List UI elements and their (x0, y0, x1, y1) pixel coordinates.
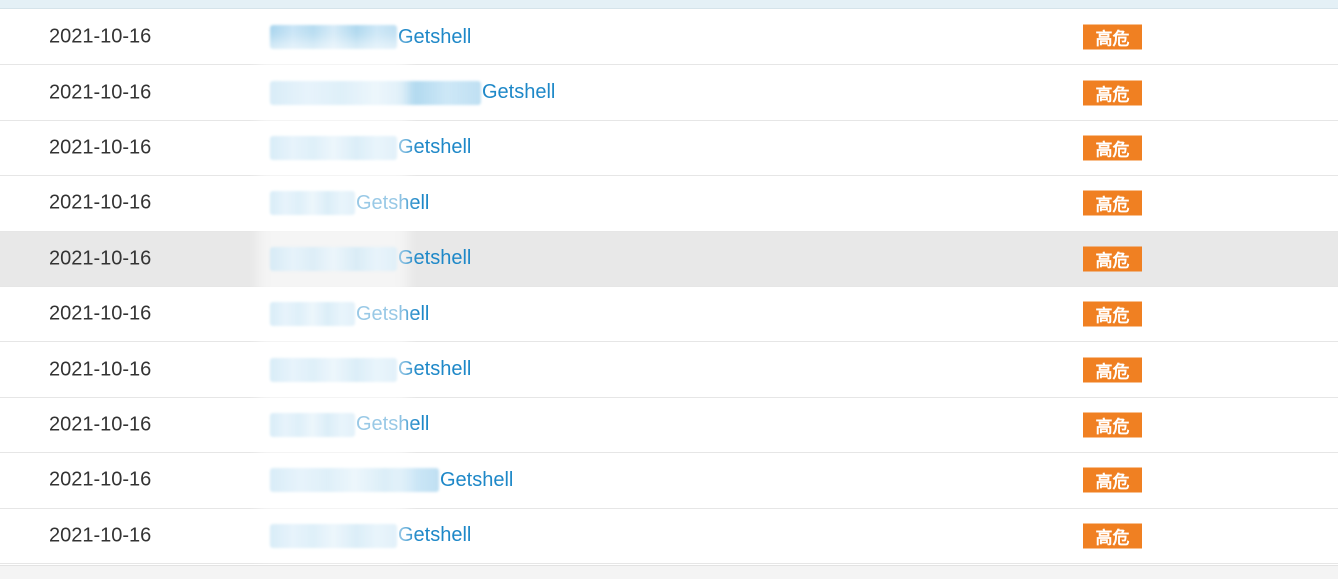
row-date: 2021-10-16 (49, 468, 152, 491)
table-row[interactable]: 2021-10-16 Getshell 高危 (0, 342, 1338, 398)
vulnerability-title-suffix: Getshell (356, 413, 430, 436)
table-row[interactable]: 2021-10-16 Getshell 高危 (0, 10, 1338, 66)
row-date: 2021-10-16 (49, 136, 152, 159)
vulnerability-title-suffix: Getshell (482, 81, 556, 104)
vulnerability-title-suffix: Getshell (356, 191, 430, 214)
table-row[interactable]: 2021-10-16 Getshell 高危 (0, 508, 1338, 564)
redacted-title-prefix (270, 246, 397, 271)
redacted-title-prefix (270, 357, 397, 382)
redacted-title-prefix (270, 135, 397, 160)
redacted-title-prefix (270, 523, 397, 548)
redacted-title-prefix (270, 25, 397, 50)
vulnerability-title-link[interactable]: Getshell (270, 78, 555, 108)
vulnerability-title-suffix: Getshell (398, 25, 472, 48)
vulnerability-title-suffix: Getshell (356, 302, 430, 325)
redacted-title-prefix (270, 412, 355, 437)
table-row[interactable]: 2021-10-16 Getshell 高危 (0, 120, 1338, 177)
severity-badge: 高危 (1083, 412, 1142, 438)
vulnerability-title-link[interactable]: Getshell (270, 133, 471, 163)
redacted-title-prefix (270, 468, 439, 493)
row-date: 2021-10-16 (49, 191, 152, 214)
vulnerability-title-link[interactable]: Getshell (270, 299, 429, 329)
severity-badge: 高危 (1083, 80, 1142, 106)
vulnerability-title-suffix: Getshell (398, 524, 472, 547)
vulnerability-title-link[interactable]: Getshell (270, 521, 471, 551)
row-date: 2021-10-16 (49, 413, 152, 436)
row-date: 2021-10-16 (49, 25, 152, 48)
table-row[interactable]: 2021-10-16 Getshell 高危 (0, 397, 1338, 454)
redacted-title-prefix (270, 302, 355, 327)
row-date: 2021-10-16 (49, 358, 152, 381)
vulnerability-title-link[interactable]: Getshell (270, 410, 429, 440)
vulnerability-title-link[interactable]: Getshell (270, 244, 471, 274)
severity-badge: 高危 (1083, 357, 1142, 383)
vulnerability-title-suffix: Getshell (398, 247, 472, 270)
table-header-band (0, 0, 1338, 9)
vulnerability-title-suffix: Getshell (398, 136, 472, 159)
severity-badge: 高危 (1083, 467, 1142, 493)
vulnerability-title-link[interactable]: Getshell (270, 188, 429, 218)
vulnerability-title-suffix: Getshell (440, 468, 514, 491)
table-footer-band (0, 565, 1338, 579)
table-row[interactable]: 2021-10-16 Getshell 高危 (0, 65, 1338, 121)
vulnerability-title-link[interactable]: Getshell (270, 355, 471, 385)
severity-badge: 高危 (1083, 135, 1142, 161)
row-date: 2021-10-16 (49, 302, 152, 325)
vulnerability-title-link[interactable]: Getshell (270, 465, 513, 495)
table-row[interactable]: 2021-10-16 Getshell 高危 (0, 453, 1338, 509)
severity-badge: 高危 (1083, 190, 1142, 216)
table-row[interactable]: 2021-10-16 Getshell 高危 (0, 286, 1338, 343)
table-row-hovered[interactable]: 2021-10-16 Getshell 高危 (0, 231, 1338, 287)
row-date: 2021-10-16 (49, 247, 152, 270)
vulnerability-title-suffix: Getshell (398, 358, 472, 381)
row-date: 2021-10-16 (49, 81, 152, 104)
vulnerability-title-link[interactable]: Getshell (270, 22, 471, 52)
row-date: 2021-10-16 (49, 524, 152, 547)
severity-badge: 高危 (1083, 246, 1142, 272)
severity-badge: 高危 (1083, 523, 1142, 549)
redacted-title-prefix (270, 191, 355, 216)
severity-badge: 高危 (1083, 301, 1142, 327)
table-row[interactable]: 2021-10-16 Getshell 高危 (0, 176, 1338, 232)
severity-badge: 高危 (1083, 24, 1142, 50)
vulnerability-table: 2021-10-16 Getshell 高危 2021-10-16 Getshe… (0, 10, 1338, 564)
redacted-title-prefix (270, 80, 481, 105)
